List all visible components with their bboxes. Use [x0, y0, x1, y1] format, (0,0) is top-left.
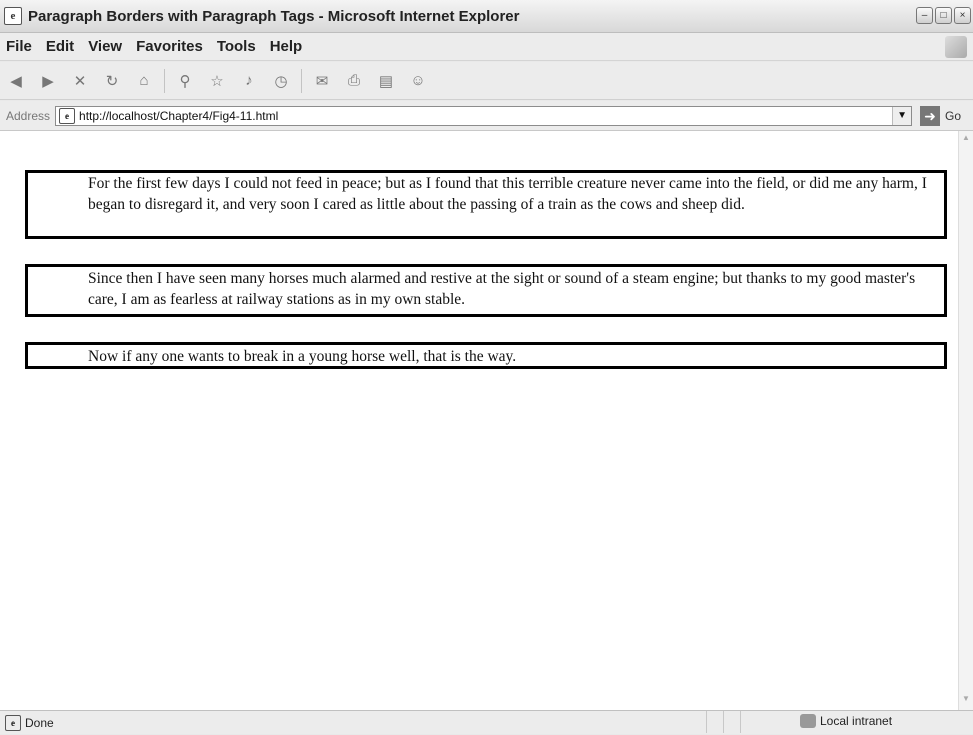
media-icon[interactable]: ♪	[238, 70, 260, 92]
status-bar: e Done Local intranet	[0, 710, 973, 734]
maximize-icon[interactable]: □	[935, 7, 952, 24]
menu-file[interactable]: File	[0, 38, 39, 55]
zone-label: Local intranet	[820, 714, 893, 728]
menu-tools[interactable]: Tools	[210, 38, 263, 55]
go-arrow-icon[interactable]: ➜	[920, 105, 941, 126]
go-label[interactable]: Go	[945, 109, 961, 123]
status-pane	[706, 711, 723, 733]
bordered-paragraph: Since then I have seen many horses much …	[25, 263, 947, 317]
menu-help[interactable]: Help	[263, 38, 310, 55]
ie-page-icon: e	[4, 7, 22, 25]
title-bar: e Paragraph Borders with Paragraph Tags …	[0, 0, 973, 33]
edit-icon[interactable]: ▤	[375, 70, 397, 92]
search-icon[interactable]: ⚲	[174, 70, 196, 92]
bordered-paragraph: Now if any one wants to break in a young…	[25, 341, 947, 369]
back-icon[interactable]: ◀	[5, 70, 27, 92]
refresh-icon[interactable]: ↻	[101, 70, 123, 92]
status-panes	[706, 711, 757, 735]
toolbar-separator	[164, 68, 165, 93]
mail-icon[interactable]: ✉	[311, 70, 333, 92]
status-pane	[723, 711, 740, 733]
status-text: Done	[25, 715, 54, 730]
toolbar-separator	[301, 68, 302, 93]
intranet-icon	[800, 714, 816, 728]
stop-icon[interactable]: ✕	[69, 70, 91, 92]
window-title: Paragraph Borders with Paragraph Tags - …	[28, 7, 520, 25]
history-icon[interactable]: ◷	[270, 70, 292, 92]
favorites-icon[interactable]: ☆	[206, 70, 228, 92]
bordered-paragraph: For the first few days I could not feed …	[25, 169, 947, 239]
address-label: Address	[6, 108, 51, 123]
vertical-scrollbar[interactable]: ▲ ▼	[958, 131, 973, 710]
toolbar: ◀ ▶ ✕ ↻ ⌂ ⚲ ☆ ♪ ◷ ✉ ⎙ ▤ ☺	[0, 62, 973, 100]
go-button[interactable]: ➜ Go	[920, 105, 961, 126]
address-url[interactable]: http://localhost/Chapter4/Fig4-11.html	[79, 109, 278, 123]
chevron-down-icon[interactable]: ▼	[892, 106, 912, 125]
page-icon: e	[59, 107, 76, 124]
menu-edit[interactable]: Edit	[39, 38, 81, 55]
messenger-icon[interactable]: ☺	[407, 70, 429, 92]
address-input[interactable]: e http://localhost/Chapter4/Fig4-11.html…	[55, 105, 913, 126]
security-zone: Local intranet	[800, 714, 892, 728]
home-icon[interactable]: ⌂	[133, 70, 155, 92]
page-icon: e	[5, 714, 21, 731]
menu-favorites[interactable]: Favorites	[129, 38, 210, 55]
forward-icon[interactable]: ▶	[37, 70, 59, 92]
minimize-icon[interactable]: –	[916, 7, 933, 24]
page-content: For the first few days I could not feed …	[0, 131, 973, 710]
print-icon[interactable]: ⎙	[343, 70, 365, 92]
close-icon[interactable]: ×	[954, 7, 971, 24]
windows-logo-icon	[945, 36, 967, 58]
scroll-up-icon[interactable]: ▲	[960, 133, 972, 147]
window-controls: – □ ×	[916, 7, 971, 24]
menu-bar: File Edit View Favorites Tools Help	[0, 33, 973, 61]
menu-view[interactable]: View	[81, 38, 129, 55]
scroll-down-icon[interactable]: ▼	[960, 694, 972, 708]
address-bar: Address e http://localhost/Chapter4/Fig4…	[0, 101, 973, 131]
status-pane	[740, 711, 757, 733]
